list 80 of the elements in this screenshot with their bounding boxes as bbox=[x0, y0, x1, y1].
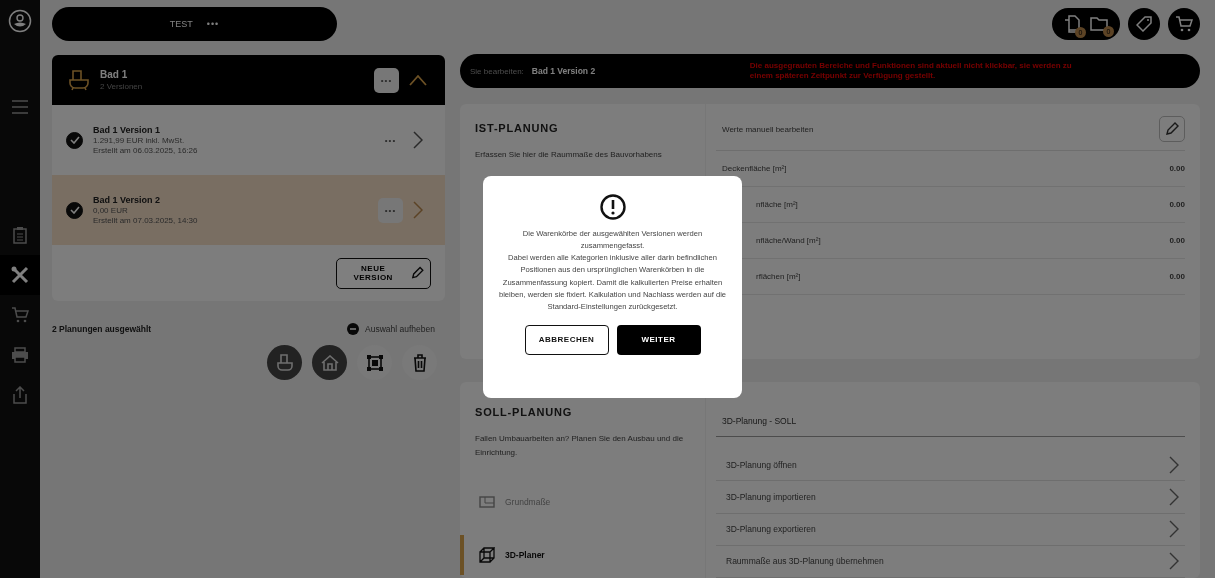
trash-icon bbox=[412, 353, 427, 372]
banner-value: Bad 1 Version 2 bbox=[531, 66, 597, 76]
folder-icon bbox=[1090, 16, 1108, 32]
version-date: Erstellt am 07.03.2025, 14:30 bbox=[93, 216, 199, 225]
checkbox[interactable] bbox=[66, 201, 83, 219]
action-button[interactable] bbox=[312, 345, 347, 380]
action-row[interactable]: 3D-Planung exportieren bbox=[716, 513, 1185, 546]
bathtub-icon bbox=[276, 353, 293, 372]
menu-icon bbox=[11, 100, 29, 114]
measure-label: rflächen [m²] bbox=[756, 272, 801, 281]
more-button[interactable]: ••• bbox=[206, 19, 220, 29]
warning-icon bbox=[599, 194, 626, 220]
checkmark-icon bbox=[69, 206, 80, 214]
edit-button[interactable] bbox=[1159, 116, 1185, 142]
checkmark-icon bbox=[69, 136, 80, 144]
section-description: Fallen Umbauarbeiten an? Planen Sie den Ausbau und die Einrichtung. bbox=[475, 433, 685, 460]
version-price: 0,00 EUR bbox=[93, 206, 129, 215]
minus-circle-icon bbox=[347, 323, 360, 335]
sidebar-item[interactable] bbox=[0, 255, 40, 295]
action-row[interactable]: Raummaße aus 3D-Planung übernehmen bbox=[716, 545, 1185, 578]
cancel-button[interactable]: ABBRECHEN bbox=[524, 325, 609, 355]
cart-button[interactable] bbox=[1168, 8, 1200, 40]
version-title: Bad 1 Version 1 bbox=[93, 125, 162, 135]
selection-count: 2 Planungen ausgewählt bbox=[52, 324, 152, 334]
pencil-icon bbox=[411, 266, 424, 280]
chevron-right-icon bbox=[1169, 487, 1179, 506]
document-icon bbox=[1064, 15, 1080, 33]
cube-icon bbox=[479, 546, 495, 563]
bathtub-icon bbox=[68, 69, 90, 91]
floorplan-icon bbox=[479, 495, 495, 508]
project-title: TEST bbox=[169, 19, 193, 29]
measure-value: 0.00 bbox=[1169, 272, 1185, 281]
measure-value: 0.00 bbox=[1169, 164, 1185, 173]
more-button[interactable]: ••• bbox=[378, 197, 403, 223]
clipboard-icon bbox=[13, 226, 27, 244]
chevron-right-icon bbox=[1169, 552, 1179, 571]
cart-icon bbox=[1175, 16, 1193, 32]
project-bar[interactable]: TEST ••• bbox=[52, 7, 337, 41]
measure-value: 0.00 bbox=[1169, 200, 1185, 209]
tag-icon bbox=[1136, 16, 1152, 32]
tools-icon bbox=[11, 266, 29, 284]
chevron-right-icon bbox=[1169, 455, 1179, 474]
clear-selection-link[interactable]: Auswahl aufheben bbox=[347, 323, 445, 335]
action-button[interactable] bbox=[267, 345, 302, 380]
share-icon bbox=[12, 386, 28, 404]
section-title: IST-PLANUNG bbox=[475, 122, 560, 134]
chevron-right-icon bbox=[1169, 520, 1179, 539]
version-row[interactable]: Bad 1 Version 2 0,00 EUR Erstellt am 07.03.2025, 14:30 ••• bbox=[52, 175, 445, 245]
action-row[interactable]: 3D-Planung importieren bbox=[716, 481, 1185, 514]
panel-title: 3D-Planung - SOLL bbox=[721, 415, 798, 428]
pencil-icon bbox=[1165, 122, 1179, 136]
checkbox[interactable] bbox=[66, 131, 83, 149]
chevron-right-icon[interactable] bbox=[413, 201, 423, 219]
group-title: Bad 1 bbox=[100, 69, 129, 80]
house-icon bbox=[320, 354, 339, 371]
chevron-icon[interactable] bbox=[409, 74, 427, 86]
section-description: Erfassen Sie hier die Raummaße des Bauvorhabens bbox=[475, 150, 663, 159]
more-button[interactable]: ••• bbox=[378, 127, 403, 153]
section-title: SOLL-PLANUNG bbox=[475, 406, 573, 418]
nav-item[interactable]: 3D-Planer bbox=[460, 534, 705, 575]
warning-text: Die ausgegrauten Bereiche und Funktionen sind aktuell nicht klickbar, sie werden zu einem späteren Zeitpunkt zur Verfügung gestellt. bbox=[749, 61, 1073, 81]
edit-values-label: Werte manuell bearbeiten bbox=[722, 124, 814, 134]
frame-icon bbox=[365, 353, 384, 372]
logo-icon[interactable] bbox=[8, 9, 32, 33]
version-price: 1.291,99 EUR inkl. MwSt. bbox=[93, 136, 186, 145]
measure-label: Deckenfläche [m²] bbox=[722, 164, 787, 173]
measure-value: 0.00 bbox=[1169, 236, 1185, 245]
more-button[interactable]: ••• bbox=[374, 67, 399, 93]
cart-icon bbox=[11, 307, 29, 323]
measure-label: nfläche/Wand [m²] bbox=[756, 236, 821, 245]
banner-label: Sie bearbeiten: bbox=[470, 66, 524, 76]
version-title: Bad 1 Version 2 bbox=[93, 195, 162, 205]
new-version-button[interactable]: NEUE VERSION bbox=[336, 257, 431, 289]
action-row[interactable]: 3D-Planung öffnen bbox=[716, 449, 1185, 482]
measure-label: nfläche [m²] bbox=[756, 200, 798, 209]
tag-button[interactable] bbox=[1128, 8, 1160, 40]
chevron-right-icon[interactable] bbox=[413, 131, 423, 149]
continue-button[interactable]: WEITER bbox=[616, 325, 701, 355]
version-date: Erstellt am 06.03.2025, 16:26 bbox=[93, 146, 199, 155]
printer-icon bbox=[11, 347, 29, 363]
